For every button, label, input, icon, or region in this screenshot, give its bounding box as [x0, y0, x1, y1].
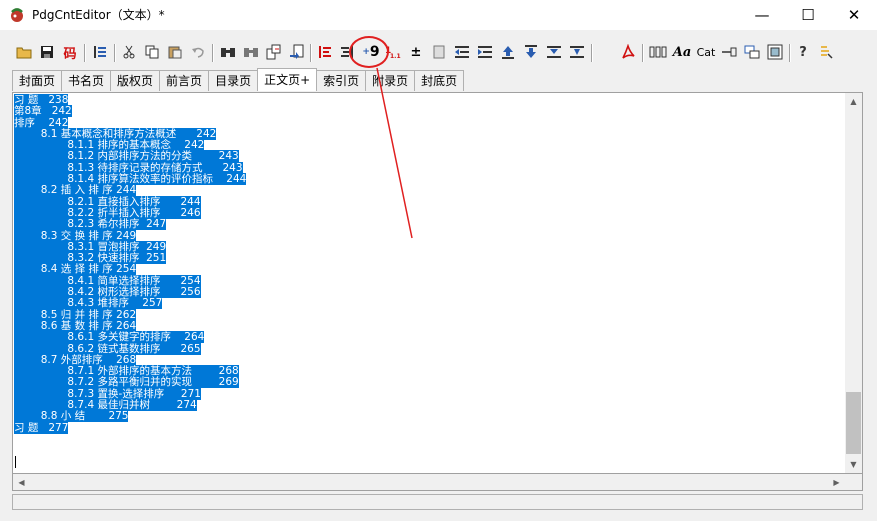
- indent-decrease-icon[interactable]: [451, 41, 473, 63]
- tab-index[interactable]: 索引页: [316, 70, 367, 91]
- section-tabs: 封面页 书名页 版权页 前言页 目录页 正文页+ 索引页 附录页 封底页: [12, 68, 465, 92]
- minimize-button[interactable]: —: [739, 0, 785, 30]
- tab-preface[interactable]: 前言页: [159, 70, 210, 91]
- help-icon[interactable]: ?: [792, 41, 814, 63]
- align-left-icon[interactable]: [314, 41, 336, 63]
- toc-line: 8.2.3 希尔排序 247: [14, 218, 167, 231]
- status-bar: [12, 494, 863, 510]
- save-icon[interactable]: [36, 41, 58, 63]
- toc-lines: 习 题 238 第8章 242 排序 242 8.1 基本概念和排序方法概述 2…: [14, 94, 247, 434]
- window-title: PdgCntEditor（文本）*: [32, 8, 165, 22]
- cut-icon[interactable]: [118, 41, 140, 63]
- export-icon[interactable]: [764, 41, 786, 63]
- app-logo-icon: [11, 8, 23, 22]
- scroll-right-icon[interactable]: ▶: [828, 474, 845, 490]
- paste-icon[interactable]: [164, 41, 186, 63]
- toc-line: 8.2 插 入 排 序 244: [14, 184, 137, 197]
- copy-icon[interactable]: [141, 41, 163, 63]
- link-icon[interactable]: [718, 41, 740, 63]
- info-icon[interactable]: [815, 41, 837, 63]
- tab-back-cover[interactable]: 封底页: [414, 70, 465, 91]
- page-icon[interactable]: [428, 41, 450, 63]
- move-down-icon[interactable]: [520, 41, 542, 63]
- font-icon[interactable]: Aa: [671, 41, 693, 63]
- vertical-scrollbar[interactable]: ▲ ▼: [845, 93, 862, 473]
- scroll-left-icon[interactable]: ◀: [13, 474, 30, 490]
- catalog-icon[interactable]: Cat: [693, 41, 719, 63]
- toc-line: 习 题 277: [14, 421, 69, 434]
- horizontal-scrollbar[interactable]: ◀ ▶: [12, 474, 863, 491]
- encoding-icon[interactable]: 码: [59, 41, 81, 63]
- tab-body[interactable]: 正文页+: [257, 68, 318, 91]
- tab-contents[interactable]: 目录页: [208, 70, 259, 91]
- outline-icon[interactable]: [89, 41, 111, 63]
- maximize-button[interactable]: ☐: [785, 0, 831, 30]
- open-folder-icon[interactable]: [13, 41, 35, 63]
- plus-minus-icon[interactable]: ±: [405, 41, 427, 63]
- toc-line: 8.6.1 多关键字的排序 264: [14, 331, 205, 344]
- svg-text:1.1: 1.1: [390, 53, 401, 60]
- scroll-thumb[interactable]: [846, 392, 861, 454]
- move-up-icon[interactable]: [497, 41, 519, 63]
- range-icon[interactable]: [566, 41, 588, 63]
- tab-copyright[interactable]: 版权页: [110, 70, 161, 91]
- toc-line: 8.8 小 结 275: [14, 410, 129, 423]
- columns-icon[interactable]: [647, 41, 669, 63]
- find-next-icon[interactable]: [240, 41, 262, 63]
- pdf-icon[interactable]: [617, 41, 639, 63]
- toc-line: 第8章 242: [14, 105, 72, 118]
- text-caret: [15, 456, 16, 468]
- tab-appendix[interactable]: 附录页: [365, 70, 416, 91]
- undo-icon[interactable]: [187, 41, 209, 63]
- tab-cover[interactable]: 封面页: [12, 70, 63, 91]
- sort-icon[interactable]: [543, 41, 565, 63]
- goto-icon[interactable]: [286, 41, 308, 63]
- scroll-up-icon[interactable]: ▲: [845, 93, 862, 110]
- close-button[interactable]: ✕: [831, 0, 877, 30]
- toc-line: 8.4.3 堆排序 257: [14, 297, 163, 310]
- find-icon[interactable]: [217, 41, 239, 63]
- toolbar: 码 +9 1 1.1 ± Aa Cat ?: [0, 38, 877, 68]
- annotation-circle: [349, 36, 389, 68]
- replace-icon[interactable]: [263, 41, 285, 63]
- title-bar: PdgCntEditor（文本）* — ☐ ✕: [0, 0, 877, 30]
- scroll-down-icon[interactable]: ▼: [845, 456, 862, 473]
- text-editor[interactable]: 习 题 238 第8章 242 排序 242 8.1 基本概念和排序方法概述 2…: [12, 92, 863, 474]
- window-icon[interactable]: [741, 41, 763, 63]
- indent-increase-icon[interactable]: [474, 41, 496, 63]
- tab-title-page[interactable]: 书名页: [61, 70, 112, 91]
